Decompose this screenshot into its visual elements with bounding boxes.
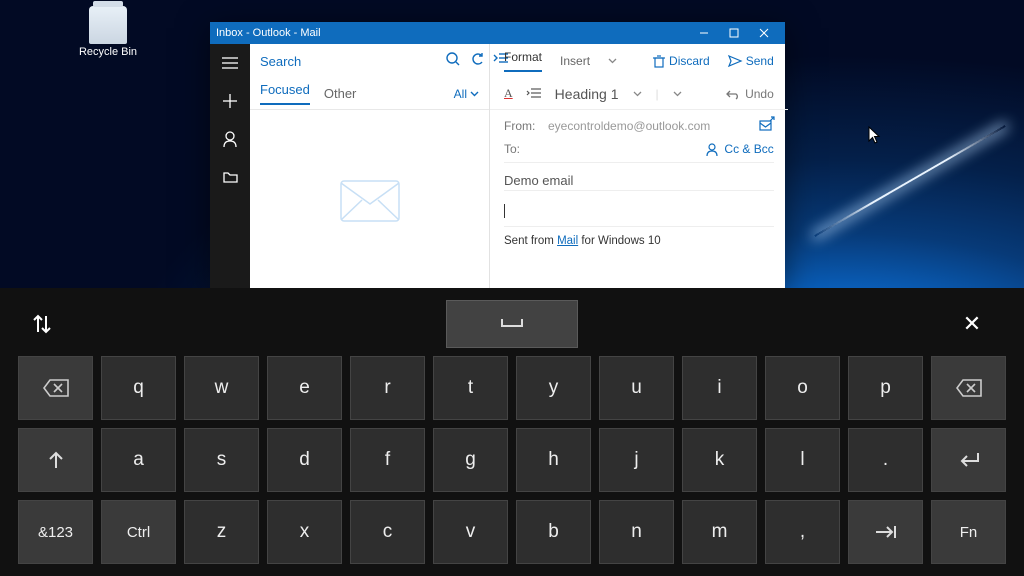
mail-window: Inbox - Outlook - Mail [210, 22, 785, 288]
tab-insert[interactable]: Insert [560, 54, 590, 68]
keyboard-close-button[interactable]: ✕ [948, 300, 996, 348]
key-f[interactable]: f [350, 428, 425, 492]
backspace-icon [43, 379, 69, 397]
key-v[interactable]: v [433, 500, 508, 564]
send-icon [728, 55, 742, 67]
person-icon [706, 143, 718, 156]
key-next[interactable] [848, 500, 923, 564]
message-body[interactable] [504, 199, 774, 227]
key-t[interactable]: t [433, 356, 508, 420]
key-h[interactable]: h [516, 428, 591, 492]
key-k[interactable]: k [682, 428, 757, 492]
next-icon [874, 524, 898, 540]
to-label: To: [504, 142, 540, 156]
key-backspace-right[interactable] [931, 356, 1006, 420]
chevron-down-icon [470, 91, 479, 97]
close-button[interactable] [749, 22, 779, 44]
key-backspace-left[interactable] [18, 356, 93, 420]
from-value: eyecontroldemo@outlook.com [548, 119, 710, 133]
search-icon[interactable] [446, 52, 460, 71]
keyboard-swap-icon[interactable] [18, 300, 66, 348]
key-s[interactable]: s [184, 428, 259, 492]
keyboard-row-2: a s d f g h j k l . [18, 428, 1006, 492]
enter-icon [958, 451, 980, 469]
key-g[interactable]: g [433, 428, 508, 492]
recycle-bin[interactable]: Recycle Bin [78, 6, 138, 58]
onscreen-keyboard: ✕ q w e r t y u i o p a s d f g h j k l [0, 288, 1024, 576]
accounts-icon[interactable] [210, 124, 250, 154]
chevron-down-icon[interactable] [673, 91, 682, 97]
key-z[interactable]: z [184, 500, 259, 564]
key-e[interactable]: e [267, 356, 342, 420]
envelope-icon [340, 180, 400, 224]
popout-icon[interactable] [759, 118, 774, 134]
from-label: From: [504, 119, 540, 133]
key-m[interactable]: m [682, 500, 757, 564]
titlebar[interactable]: Inbox - Outlook - Mail [210, 22, 785, 44]
shift-icon [47, 450, 65, 470]
key-fn[interactable]: Fn [931, 500, 1006, 564]
key-b[interactable]: b [516, 500, 591, 564]
vertical-nav [210, 44, 250, 288]
cc-bcc-button[interactable]: Cc & Bcc [706, 142, 773, 156]
keyboard-row-1: q w e r t y u i o p [18, 356, 1006, 420]
backspace-icon [956, 379, 982, 397]
chevron-down-icon[interactable] [633, 91, 642, 97]
font-color-icon[interactable]: A [504, 86, 513, 101]
key-ctrl[interactable]: Ctrl [101, 500, 176, 564]
key-w[interactable]: w [184, 356, 259, 420]
key-i[interactable]: i [682, 356, 757, 420]
keyboard-row-3: &123 Ctrl z x c v b n m , Fn [18, 500, 1006, 564]
mail-link[interactable]: Mail [557, 235, 578, 247]
refresh-icon[interactable] [470, 52, 484, 71]
undo-button[interactable]: Undo [726, 87, 774, 101]
key-l[interactable]: l [765, 428, 840, 492]
filter-all[interactable]: All [454, 87, 479, 101]
minimize-button[interactable] [689, 22, 719, 44]
folders-icon[interactable] [210, 162, 250, 192]
key-numsym[interactable]: &123 [18, 500, 93, 564]
hamburger-icon[interactable] [210, 48, 250, 78]
key-y[interactable]: y [516, 356, 591, 420]
cursor-icon [868, 126, 882, 146]
trash-icon [653, 55, 665, 68]
key-q[interactable]: q [101, 356, 176, 420]
compose-pane: Format Insert Discard Send A Heading 1 |… [490, 44, 788, 288]
desktop[interactable]: Recycle Bin Inbox - Outlook - Mail [0, 0, 1024, 576]
window-title: Inbox - Outlook - Mail [216, 27, 321, 39]
indent-icon[interactable] [527, 88, 541, 100]
key-r[interactable]: r [350, 356, 425, 420]
key-o[interactable]: o [765, 356, 840, 420]
new-mail-button[interactable] [210, 86, 250, 116]
subject-input[interactable]: Demo email [504, 171, 774, 191]
key-c[interactable]: c [350, 500, 425, 564]
key-a[interactable]: a [101, 428, 176, 492]
search-input[interactable] [260, 54, 436, 69]
tab-focused[interactable]: Focused [260, 82, 310, 105]
signature: Sent from Mail for Windows 10 [504, 235, 774, 247]
chevron-down-icon[interactable] [608, 58, 617, 64]
undo-icon [726, 89, 740, 99]
key-comma[interactable]: , [765, 500, 840, 564]
tab-format[interactable]: Format [504, 50, 542, 72]
key-p[interactable]: p [848, 356, 923, 420]
key-x[interactable]: x [267, 500, 342, 564]
space-icon [501, 318, 523, 330]
key-shift[interactable] [18, 428, 93, 492]
message-list-pane: Focused Other All [250, 44, 490, 288]
discard-button[interactable]: Discard [653, 54, 710, 68]
key-j[interactable]: j [599, 428, 674, 492]
key-enter[interactable] [931, 428, 1006, 492]
key-period[interactable]: . [848, 428, 923, 492]
maximize-button[interactable] [719, 22, 749, 44]
recycle-bin-icon [89, 6, 127, 44]
tab-other[interactable]: Other [324, 86, 357, 101]
recycle-bin-label: Recycle Bin [78, 46, 138, 58]
send-button[interactable]: Send [728, 54, 774, 68]
key-u[interactable]: u [599, 356, 674, 420]
heading-selector[interactable]: Heading 1 [555, 86, 619, 102]
key-space[interactable] [446, 300, 578, 348]
key-d[interactable]: d [267, 428, 342, 492]
key-n[interactable]: n [599, 500, 674, 564]
